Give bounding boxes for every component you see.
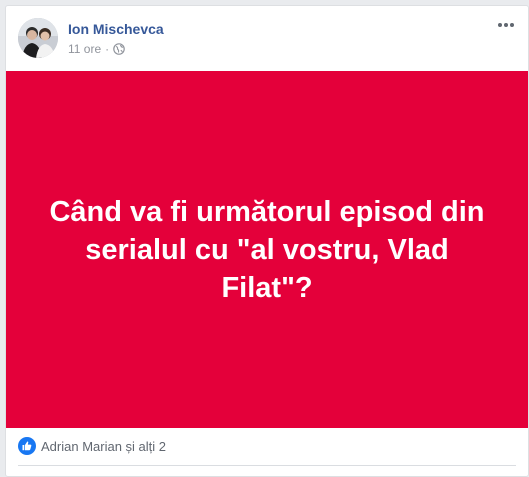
meta-separator: · — [105, 42, 110, 56]
post-time[interactable]: 11 ore — [68, 42, 101, 56]
post-content-image[interactable]: Când va fi următorul episod din serialul… — [6, 71, 528, 428]
reactions-text: Adrian Marian și alți 2 — [41, 438, 166, 454]
post-content-text: Când va fi următorul episod din serialul… — [49, 195, 485, 304]
author-name[interactable]: Ion Mischevca — [68, 21, 164, 37]
avatar-photo — [18, 18, 58, 58]
avatar[interactable] — [18, 18, 58, 58]
like-icon — [18, 437, 36, 455]
reactions-summary[interactable]: Adrian Marian și alți 2 — [18, 436, 166, 456]
ellipsis-icon[interactable] — [496, 18, 516, 32]
post-header: Ion Mischevca 11 ore · — [6, 6, 528, 70]
divider — [18, 465, 516, 466]
globe-icon[interactable] — [113, 43, 125, 55]
post-meta: 11 ore · — [68, 42, 125, 56]
post-card: Ion Mischevca 11 ore · Când va fi următo… — [5, 5, 529, 477]
